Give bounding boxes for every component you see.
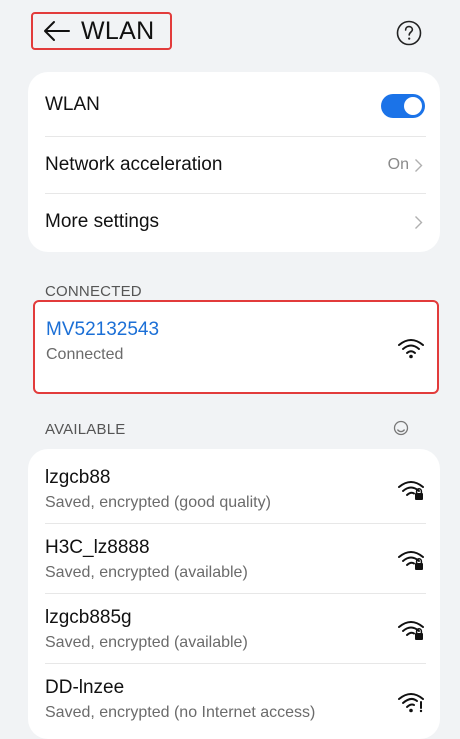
wifi-signal-icon bbox=[398, 339, 424, 359]
network-acceleration-label: Network acceleration bbox=[45, 154, 223, 175]
network-list-item[interactable]: H3C_lz8888 Saved, encrypted (available) bbox=[45, 537, 424, 597]
network-status: Saved, encrypted (available) bbox=[45, 564, 248, 581]
wlan-label: WLAN bbox=[45, 94, 100, 115]
wifi-lock-icon bbox=[398, 551, 424, 570]
connected-section-label: CONNECTED bbox=[45, 283, 142, 300]
available-networks-card: lzgcb88 Saved, encrypted (good quality) … bbox=[28, 449, 440, 739]
network-status: Saved, encrypted (good quality) bbox=[45, 494, 271, 511]
help-icon[interactable] bbox=[396, 20, 422, 46]
divider bbox=[45, 593, 426, 594]
settings-card: WLAN Network acceleration On More settin… bbox=[28, 72, 440, 252]
more-settings-label: More settings bbox=[45, 211, 160, 232]
back-arrow-icon bbox=[44, 21, 70, 41]
chevron-right-icon bbox=[415, 215, 423, 229]
network-name: lzgcb885g bbox=[45, 607, 132, 628]
wlan-toggle-row[interactable]: WLAN bbox=[45, 72, 423, 138]
network-acceleration-row[interactable]: Network acceleration On bbox=[45, 136, 423, 194]
network-name: lzgcb88 bbox=[45, 467, 111, 488]
app-header: WLAN bbox=[0, 0, 460, 68]
acceleration-status: On bbox=[387, 156, 409, 173]
more-settings-row[interactable]: More settings bbox=[45, 193, 423, 251]
network-name: DD-lnzee bbox=[45, 677, 125, 698]
page-title: WLAN bbox=[81, 16, 155, 45]
divider bbox=[45, 523, 426, 524]
network-status: Saved, encrypted (no Internet access) bbox=[45, 704, 316, 721]
network-status: Saved, encrypted (available) bbox=[45, 634, 248, 651]
chevron-right-icon bbox=[415, 158, 423, 172]
connected-network-status: Connected bbox=[46, 346, 124, 363]
connected-network-name: MV52132543 bbox=[46, 319, 160, 340]
back-button[interactable]: WLAN bbox=[31, 12, 172, 50]
wifi-no-internet-icon bbox=[398, 693, 424, 713]
more-settings-chevron bbox=[409, 215, 423, 230]
scanning-icon bbox=[393, 420, 409, 436]
divider bbox=[45, 663, 426, 664]
network-list-item[interactable]: lzgcb88 Saved, encrypted (good quality) bbox=[45, 467, 424, 527]
network-name: H3C_lz8888 bbox=[45, 537, 150, 558]
network-acceleration-value: On bbox=[388, 156, 423, 174]
wifi-lock-icon bbox=[398, 621, 424, 640]
network-list-item[interactable]: DD-lnzee Saved, encrypted (no Internet a… bbox=[45, 677, 424, 737]
network-list-item[interactable]: lzgcb885g Saved, encrypted (available) bbox=[45, 607, 424, 667]
wlan-toggle[interactable] bbox=[381, 94, 425, 118]
wifi-lock-icon bbox=[398, 481, 424, 500]
available-section-label: AVAILABLE bbox=[45, 421, 126, 438]
connected-network-item[interactable]: MV52132543 Connected bbox=[33, 300, 439, 394]
